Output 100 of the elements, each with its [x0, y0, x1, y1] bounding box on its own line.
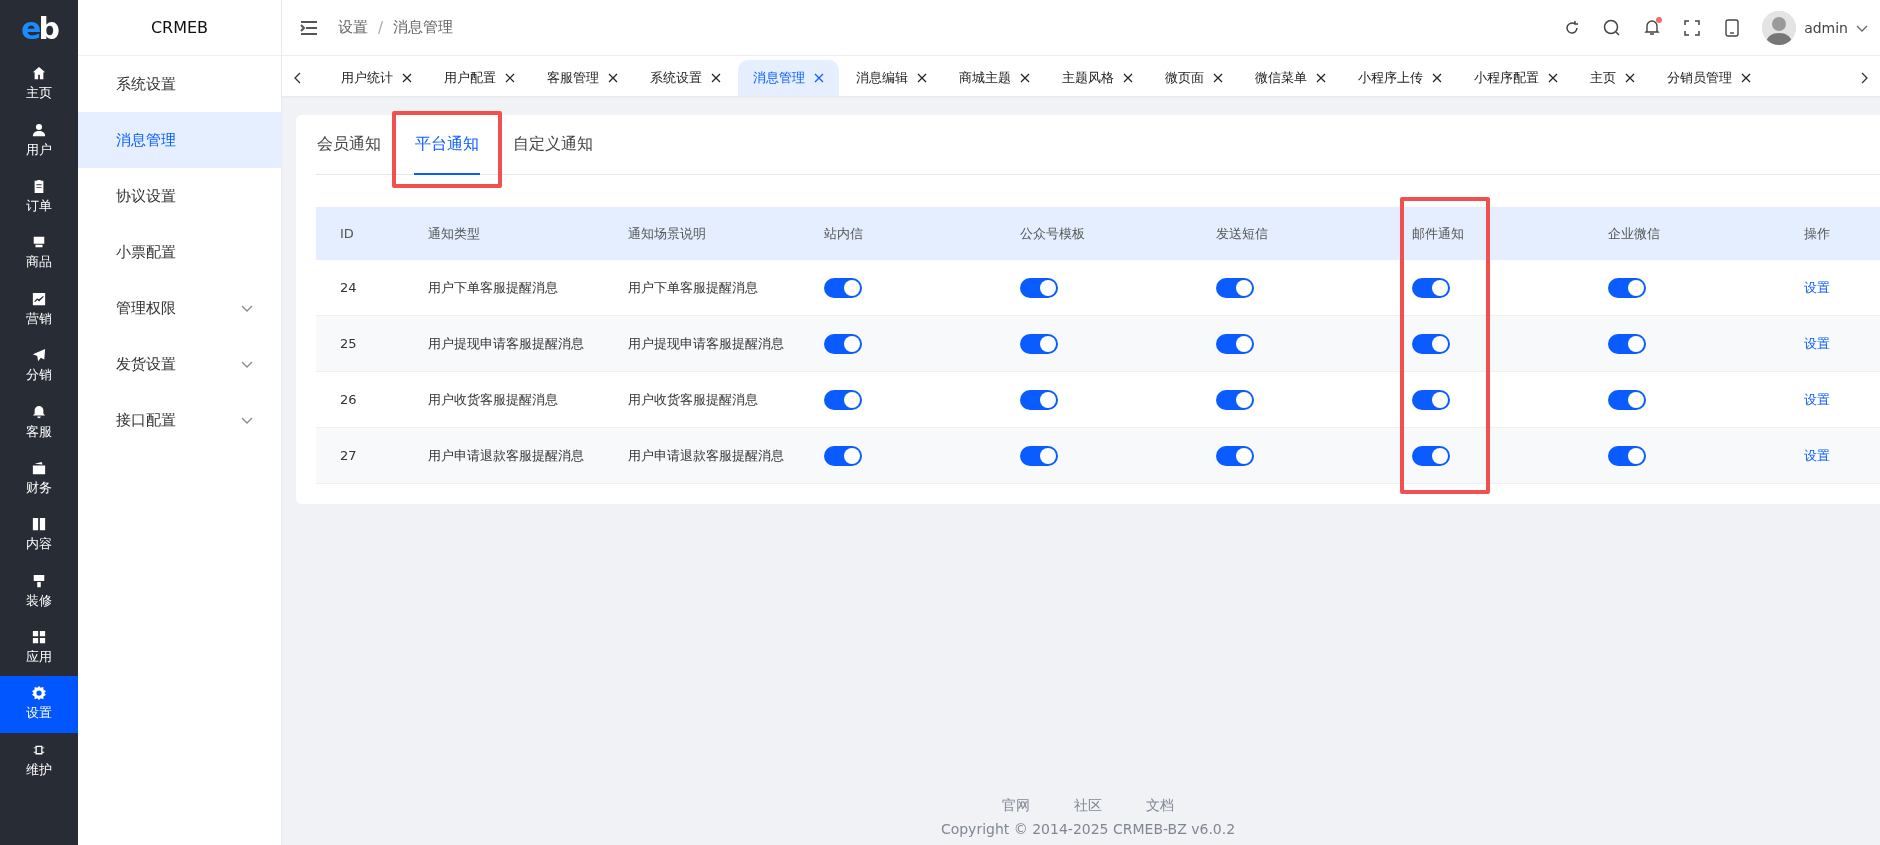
chart-icon	[32, 291, 46, 306]
menu-item[interactable]: 消息管理	[78, 112, 281, 168]
toggle-switch[interactable]	[1608, 389, 1646, 410]
breadcrumb-item[interactable]: 设置	[338, 18, 368, 37]
page-tab[interactable]: 用户统计	[326, 60, 427, 96]
close-icon[interactable]	[1123, 73, 1133, 83]
table-cell: 用户收货客服提醒消息	[628, 390, 758, 409]
page-tab[interactable]: 分销员管理	[1652, 60, 1766, 96]
bell-icon[interactable]	[1642, 17, 1663, 38]
nav-item[interactable]: 内容	[0, 507, 78, 564]
nav-item[interactable]: 应用	[0, 619, 78, 677]
fullscreen-icon[interactable]	[1682, 17, 1703, 38]
page-tab[interactable]: 主题风格	[1047, 60, 1148, 96]
toggle-switch[interactable]	[1412, 389, 1450, 410]
page-tab[interactable]: 用户配置	[429, 60, 530, 96]
column-header: 公众号模板	[996, 207, 1192, 260]
close-icon[interactable]	[402, 73, 412, 83]
breadcrumb-item[interactable]: 消息管理	[393, 18, 454, 37]
page-tab[interactable]: 系统设置	[635, 60, 736, 96]
avatar[interactable]	[1762, 10, 1797, 45]
page-tab[interactable]: 商城主题	[944, 60, 1045, 96]
nav-item[interactable]: 设置	[0, 676, 78, 733]
menu-item[interactable]: 协议设置	[78, 168, 281, 224]
clipboard-icon	[32, 178, 46, 193]
column-header: 邮件通知	[1388, 207, 1584, 260]
toggle-switch[interactable]	[1412, 445, 1450, 466]
close-icon[interactable]	[1741, 73, 1751, 83]
nav-item[interactable]: 主页	[0, 56, 78, 113]
page-tab[interactable]: 主页	[1575, 60, 1650, 96]
menu-item[interactable]: 发货设置	[78, 336, 281, 392]
toggle-switch[interactable]	[1020, 277, 1058, 298]
toggle-switch[interactable]	[1216, 333, 1254, 354]
nav-item[interactable]: 分销	[0, 337, 78, 395]
nav-item[interactable]: 营销	[0, 281, 78, 338]
toggle-switch[interactable]	[1608, 277, 1646, 298]
close-icon[interactable]	[1316, 73, 1326, 83]
close-icon[interactable]	[1432, 73, 1442, 83]
user-name[interactable]: admin	[1804, 19, 1848, 36]
menu-item[interactable]: 小票配置	[78, 224, 281, 280]
notice-tab[interactable]: 自定义通知	[512, 115, 594, 175]
toggle-switch[interactable]	[824, 277, 862, 298]
menu-item[interactable]: 接口配置	[78, 392, 281, 448]
column-header: 通知场景说明	[604, 207, 800, 260]
toggle-switch[interactable]	[1216, 389, 1254, 410]
close-icon[interactable]	[505, 73, 515, 83]
table-cell: 26	[340, 392, 357, 407]
nav-item[interactable]: 商品	[0, 225, 78, 282]
table-cell: 用户提现申请客服提醒消息	[628, 334, 784, 353]
close-icon[interactable]	[1625, 73, 1635, 83]
settings-link[interactable]: 设置	[1804, 278, 1830, 297]
settings-link[interactable]: 设置	[1804, 334, 1830, 353]
toggle-switch[interactable]	[1216, 445, 1254, 466]
page-tab[interactable]: 消息管理	[738, 60, 839, 96]
nav-item[interactable]: 订单	[0, 168, 78, 226]
toggle-switch[interactable]	[1412, 277, 1450, 298]
menu-icon[interactable]	[300, 19, 318, 36]
toggle-switch[interactable]	[1412, 333, 1450, 354]
page-tab[interactable]: 客服管理	[532, 60, 633, 96]
notice-tab[interactable]: 会员通知	[316, 115, 382, 175]
page-tab[interactable]: 小程序配置	[1459, 60, 1573, 96]
page-tab[interactable]: 消息编辑	[841, 60, 942, 96]
nav-item[interactable]: 客服	[0, 394, 78, 451]
sidebar-title: CRMEB	[78, 0, 281, 56]
toggle-switch[interactable]	[824, 445, 862, 466]
nav-item[interactable]: 用户	[0, 112, 78, 169]
toggle-switch[interactable]	[824, 333, 862, 354]
close-icon[interactable]	[1213, 73, 1223, 83]
close-icon[interactable]	[1548, 73, 1558, 83]
home-icon	[32, 66, 46, 81]
page-tab[interactable]: 微信菜单	[1240, 60, 1341, 96]
toggle-switch[interactable]	[1608, 445, 1646, 466]
toggle-switch[interactable]	[1020, 445, 1058, 466]
close-icon[interactable]	[608, 73, 618, 83]
toggle-switch[interactable]	[1216, 277, 1254, 298]
close-icon[interactable]	[1020, 73, 1030, 83]
settings-link[interactable]: 设置	[1804, 446, 1830, 465]
nav-item[interactable]: 装修	[0, 563, 78, 620]
close-icon[interactable]	[711, 73, 721, 83]
toggle-switch[interactable]	[1020, 389, 1058, 410]
settings-icon	[32, 686, 46, 701]
wallet-icon	[32, 460, 46, 475]
column-header: 通知类型	[404, 207, 604, 260]
settings-link[interactable]: 设置	[1804, 390, 1830, 409]
table-cell: 用户下单客服提醒消息	[428, 278, 558, 297]
table-cell: 27	[340, 448, 357, 463]
page-tab[interactable]: 小程序上传	[1343, 60, 1457, 96]
nav-item[interactable]: 财务	[0, 450, 78, 508]
table-cell: 用户下单客服提醒消息	[628, 278, 758, 297]
page-tab[interactable]: 微页面	[1150, 60, 1238, 96]
toggle-switch[interactable]	[1608, 333, 1646, 354]
menu-item[interactable]: 管理权限	[78, 280, 281, 336]
book-icon	[32, 517, 46, 532]
menu-item[interactable]: 系统设置	[78, 56, 281, 112]
toggle-switch[interactable]	[824, 389, 862, 410]
box-icon	[32, 235, 46, 250]
close-icon[interactable]	[917, 73, 927, 83]
table-cell: 用户提现申请客服提醒消息	[428, 334, 584, 353]
nav-item[interactable]: 维护	[0, 732, 78, 790]
toggle-switch[interactable]	[1020, 333, 1058, 354]
notice-tab[interactable]: 平台通知	[414, 115, 480, 175]
